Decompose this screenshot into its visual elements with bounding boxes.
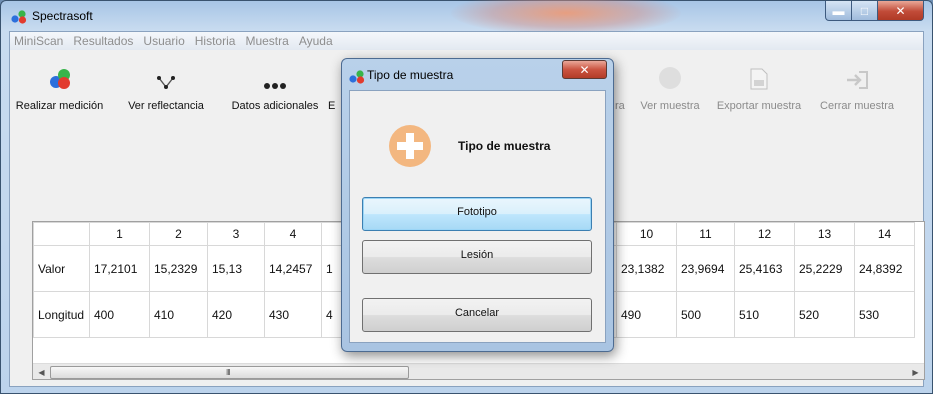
scrollbar-grip: III <box>226 368 231 377</box>
table-cell[interactable]: 14,2457 <box>264 245 322 292</box>
minimize-button[interactable]: ▬ <box>825 1 852 21</box>
column-header[interactable]: 13 <box>794 222 855 246</box>
realizar-medicion-button[interactable]: Realizar medición <box>10 52 109 122</box>
ver-reflectancia-button[interactable]: Ver reflectancia <box>110 52 222 122</box>
sample-circle-icon <box>659 67 681 89</box>
datos-adicionales-button[interactable]: Datos adicionales <box>223 52 327 122</box>
table-cell[interactable]: 24,8392 <box>854 245 915 292</box>
menu-miniscan[interactable]: MiniScan <box>10 32 69 50</box>
column-header[interactable]: 14 <box>854 222 915 246</box>
ver-reflectancia-label: Ver reflectancia <box>128 100 204 112</box>
dialog-app-icon <box>349 70 365 84</box>
close-sample-icon <box>847 71 868 89</box>
table-cell[interactable]: 520 <box>794 291 855 338</box>
app-logo-icon <box>11 10 27 24</box>
more-dots-icon <box>264 83 286 89</box>
column-header[interactable]: 10 <box>616 222 677 246</box>
table-cell[interactable]: 500 <box>676 291 735 338</box>
table-cell[interactable]: 410 <box>149 291 208 338</box>
menu-ayuda[interactable]: Ayuda <box>295 32 339 50</box>
minimize-icon: ▬ <box>832 3 845 18</box>
table-cell[interactable]: 17,2101 <box>89 245 150 292</box>
export-file-icon <box>750 68 768 90</box>
table-cell[interactable]: 530 <box>854 291 915 338</box>
menu-usuario[interactable]: Usuario <box>139 32 190 50</box>
table-cell[interactable]: 23,9694 <box>676 245 735 292</box>
horizontal-scrollbar[interactable]: ◀ III ▶ <box>33 363 924 379</box>
exportar-muestra-button[interactable]: Exportar muestra <box>707 52 811 122</box>
dialog-heading: Tipo de muestra <box>458 139 551 153</box>
column-header[interactable]: 1 <box>89 222 150 246</box>
maximize-icon: □ <box>860 3 869 18</box>
table-cell[interactable]: 15,13 <box>207 245 265 292</box>
add-icon <box>389 125 431 167</box>
row-header[interactable]: Longitud <box>33 291 90 338</box>
column-header[interactable]: 2 <box>149 222 208 246</box>
row-header[interactable]: Valor <box>33 245 90 292</box>
column-header[interactable]: 12 <box>734 222 795 246</box>
table-cell[interactable]: 510 <box>734 291 795 338</box>
menu-resultados[interactable]: Resultados <box>69 32 139 50</box>
menu-bar: MiniScan Resultados Usuario Historia Mue… <box>10 32 923 50</box>
maximize-button[interactable]: □ <box>852 1 878 21</box>
tipo-de-muestra-dialog: Tipo de muestra ✕ Tipo de muestra Fototi… <box>341 58 614 352</box>
dialog-body: Tipo de muestra Fototipo Lesión Cancelar <box>349 90 606 343</box>
column-header <box>33 222 90 246</box>
cerrar-muestra-button[interactable]: Cerrar muestra <box>813 52 901 122</box>
table-cell[interactable]: 490 <box>616 291 677 338</box>
close-icon: ✕ <box>895 3 906 18</box>
fototipo-button[interactable]: Fototipo <box>362 197 592 231</box>
main-window: Spectrasoft ▬ □ ✕ MiniScan Resultados Us… <box>0 0 933 394</box>
hidden-tool-button[interactable]: E <box>328 52 342 122</box>
ver-muestra-button[interactable]: Ver muestra <box>635 52 705 122</box>
table-cell[interactable]: 400 <box>89 291 150 338</box>
cerrar-muestra-label: Cerrar muestra <box>820 100 894 112</box>
close-icon: ✕ <box>579 62 590 77</box>
column-header[interactable]: 4 <box>264 222 322 246</box>
close-button[interactable]: ✕ <box>878 1 924 21</box>
column-header[interactable]: 11 <box>676 222 735 246</box>
hidden-tool-label: E <box>328 100 336 112</box>
table-cell[interactable]: 25,2229 <box>794 245 855 292</box>
table-cell[interactable]: 23,1382 <box>616 245 677 292</box>
table-cell[interactable]: 25,4163 <box>734 245 795 292</box>
cancelar-button[interactable]: Cancelar <box>362 298 592 332</box>
menu-historia[interactable]: Historia <box>191 32 242 50</box>
scrollbar-thumb[interactable]: III <box>50 366 409 379</box>
hidden-tool-label-2: ra <box>615 100 625 112</box>
scroll-right-arrow-icon[interactable]: ▶ <box>907 364 924 379</box>
window-title: Spectrasoft <box>32 9 93 23</box>
datos-adicionales-label: Datos adicionales <box>231 100 319 112</box>
ver-muestra-label: Ver muestra <box>640 100 700 112</box>
table-cell[interactable]: 15,2329 <box>149 245 208 292</box>
menu-muestra[interactable]: Muestra <box>241 32 294 50</box>
measure-icon <box>49 69 70 89</box>
reflectance-chart-icon <box>157 76 175 89</box>
title-glow <box>451 0 681 35</box>
scroll-left-arrow-icon[interactable]: ◀ <box>33 364 50 379</box>
exportar-muestra-label: Exportar muestra <box>716 100 802 112</box>
title-bar: Spectrasoft ▬ □ ✕ <box>1 0 932 35</box>
dialog-title: Tipo de muestra <box>367 68 454 82</box>
table-cell[interactable]: 430 <box>264 291 322 338</box>
dialog-close-button[interactable]: ✕ <box>562 60 607 79</box>
table-cell[interactable]: 420 <box>207 291 265 338</box>
column-header[interactable]: 3 <box>207 222 265 246</box>
hidden-tool-button-2[interactable]: ra <box>615 52 629 122</box>
lesion-button[interactable]: Lesión <box>362 240 592 274</box>
realizar-medicion-label: Realizar medición <box>15 100 104 112</box>
